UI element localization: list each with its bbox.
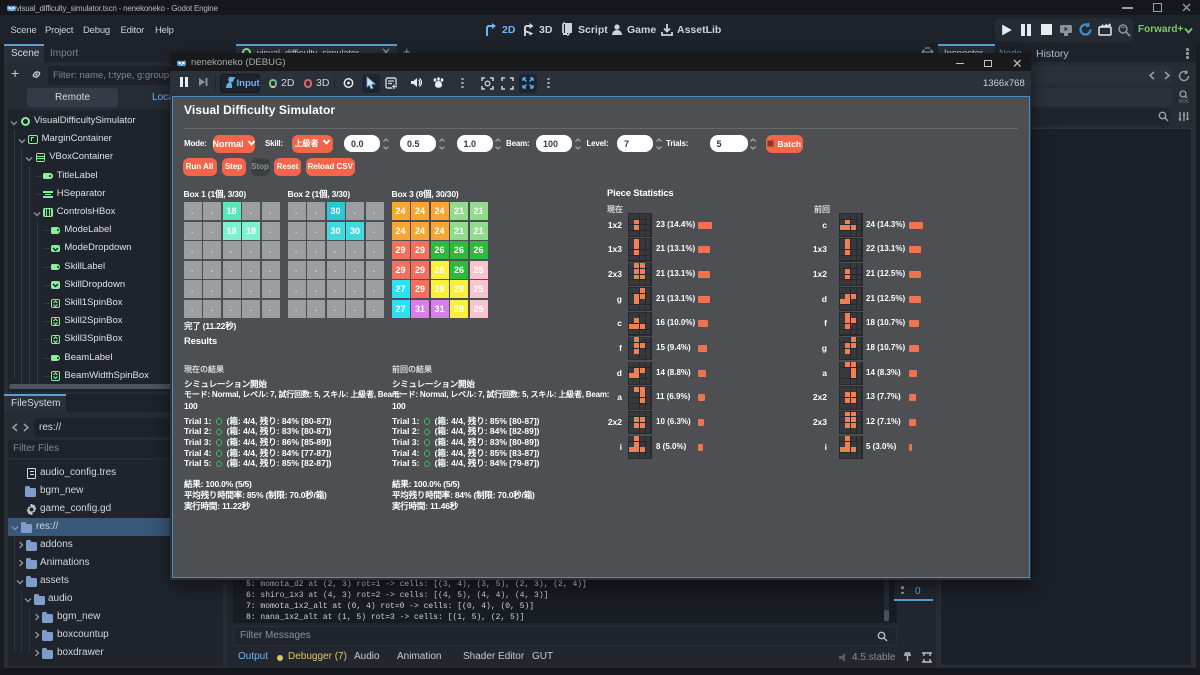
svg-text:DOC: DOC (1179, 99, 1190, 104)
